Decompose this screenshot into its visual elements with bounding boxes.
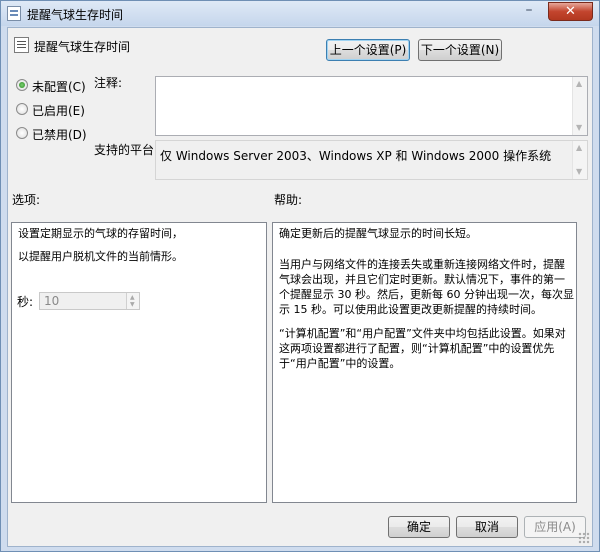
policy-setting-icon (14, 37, 29, 53)
previous-setting-button[interactable]: 上一个设置(P) (326, 39, 410, 61)
seconds-label: 秒: (17, 295, 34, 309)
minimize-button[interactable]: – (517, 3, 541, 20)
comment-textarea[interactable]: ▲ ▼ (155, 76, 588, 136)
resize-grip-icon[interactable] (578, 532, 590, 544)
supported-platforms-box: 仅 Windows Server 2003、Windows XP 和 Windo… (155, 140, 588, 180)
help-paragraph: 当用户与网络文件的连接丢失或重新连接网络文件时，提醒气球会出现，并且它们定时更新… (279, 258, 574, 316)
title-bar[interactable]: 提醒气球生存时间 – ✕ (1, 1, 599, 26)
policy-title: 提醒气球生存时间 (34, 40, 131, 54)
radio-checked-icon (16, 79, 28, 91)
scroll-down-arrow-icon[interactable]: ▼ (576, 168, 582, 176)
supported-platforms-label: 支持的平台: (94, 143, 159, 157)
scroll-up-arrow-icon[interactable]: ▲ (576, 80, 582, 88)
cancel-button[interactable]: 取消 (456, 516, 518, 538)
help-paragraph: 确定更新后的提醒气球显示的时间长短。 (279, 227, 477, 240)
options-description: 以提醒用户脱机文件的当前情形。 (18, 250, 183, 263)
close-button[interactable]: ✕ (548, 2, 593, 21)
supported-platforms-value: 仅 Windows Server 2003、Windows XP 和 Windo… (160, 149, 552, 163)
seconds-value: 10 (44, 294, 60, 308)
dialog-window: 提醒气球生存时间 – ✕ 提醒气球生存时间 上一个设置(P) 下一个设置(N) … (0, 0, 600, 552)
scroll-up-arrow-icon[interactable]: ▲ (576, 144, 582, 152)
apply-button[interactable]: 应用(A) (524, 516, 586, 538)
comment-label: 注释: (94, 76, 123, 90)
help-panel: 确定更新后的提醒气球显示的时间长短。 当用户与网络文件的连接丢失或重新连接网络文… (272, 222, 577, 503)
scroll-down-arrow-icon[interactable]: ▼ (576, 124, 582, 132)
ok-button[interactable]: 确定 (388, 516, 450, 538)
spin-down-icon[interactable]: ▼ (130, 302, 135, 308)
dialog-client-area: 提醒气球生存时间 上一个设置(P) 下一个设置(N) 未配置(C) 已启用(E)… (7, 27, 593, 547)
help-label: 帮助: (274, 193, 303, 207)
help-paragraph: “计算机配置”和“用户配置”文件夹中均包括此设置。如果对这两项设置都进行了配置，… (279, 327, 566, 370)
policy-document-icon (7, 6, 21, 21)
seconds-spinbox[interactable]: 10 ▲ ▼ (39, 292, 140, 310)
options-panel: 设置定期显示的气球的存留时间， 以提醒用户脱机文件的当前情形。 秒: 10 ▲ … (11, 222, 267, 503)
window-title: 提醒气球生存时间 (27, 8, 124, 22)
radio-unchecked-icon (16, 103, 28, 115)
next-setting-button[interactable]: 下一个设置(N) (418, 39, 502, 61)
radio-unchecked-icon (16, 127, 28, 139)
options-description: 设置定期显示的气球的存留时间， (18, 227, 183, 240)
options-label: 选项: (12, 193, 41, 207)
spin-buttons[interactable]: ▲ ▼ (126, 293, 139, 309)
supported-scrollbar[interactable]: ▲ ▼ (572, 141, 587, 179)
comment-scrollbar[interactable]: ▲ ▼ (572, 77, 587, 135)
